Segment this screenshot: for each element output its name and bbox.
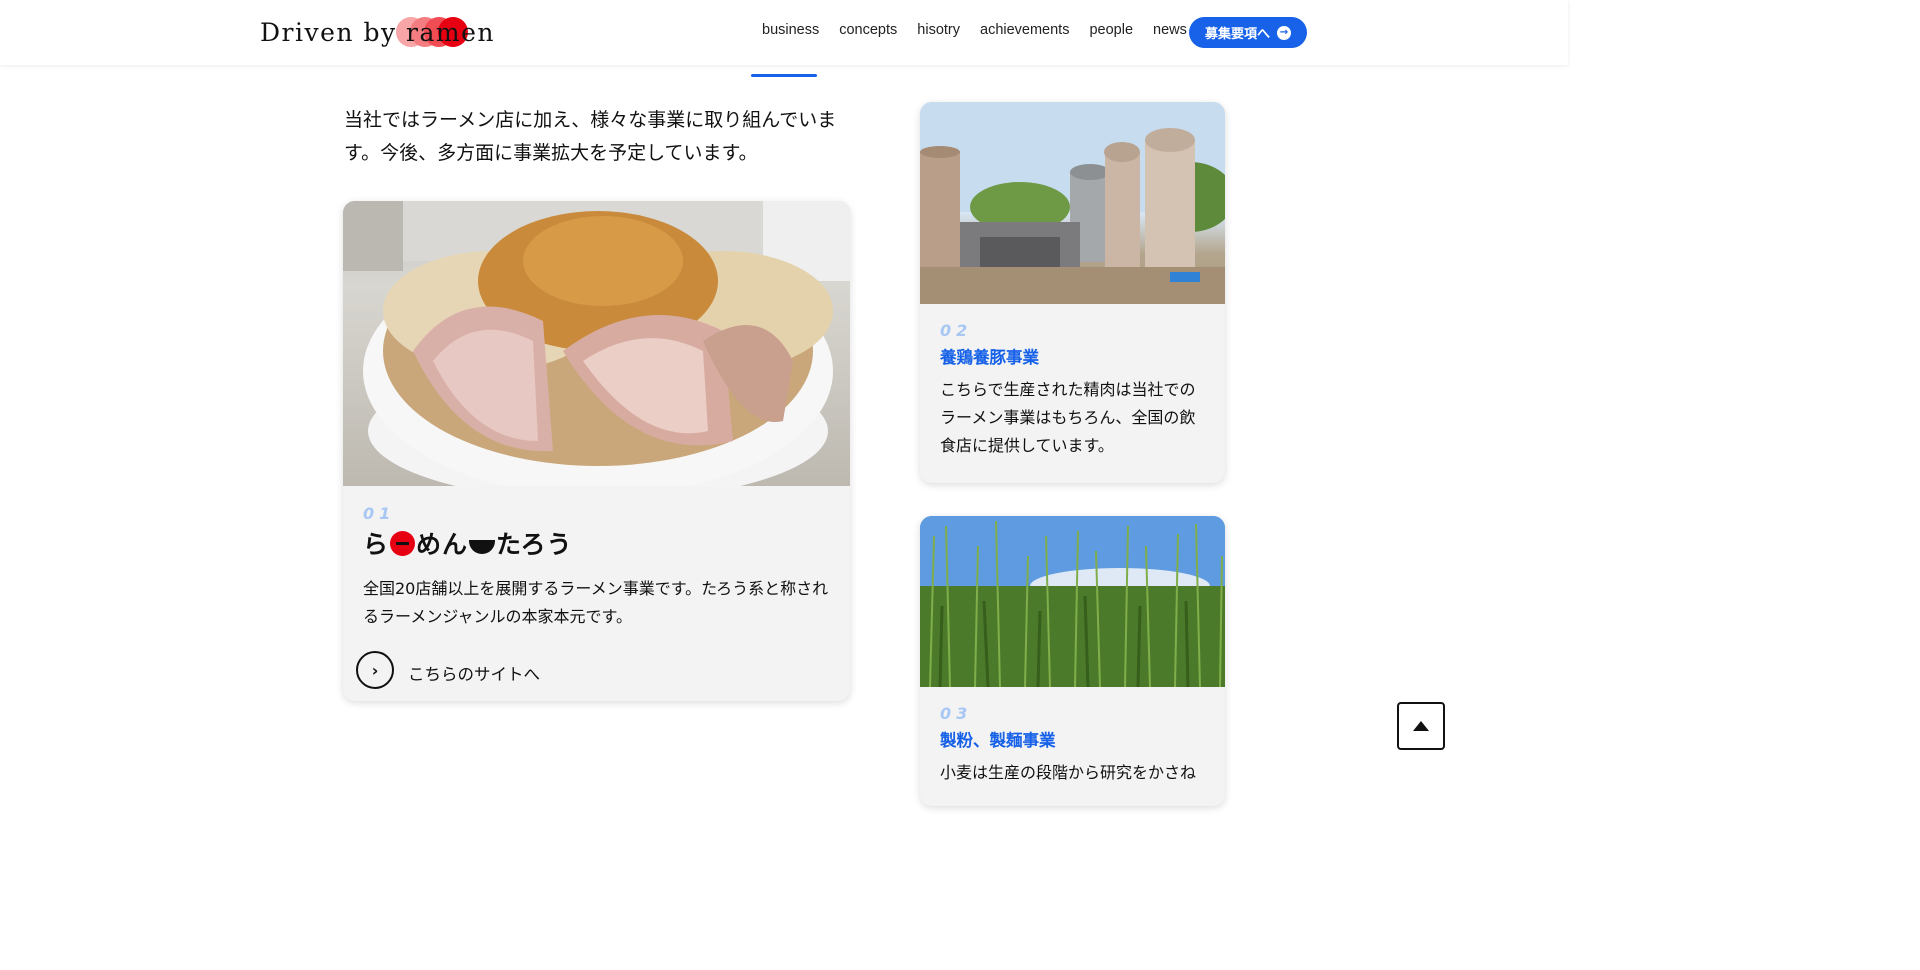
nav-business[interactable]: business [762,22,819,38]
milling-card-body: 03 製粉、製麺事業 小麦は生産の段階から研究をかさね [920,704,1225,787]
farm-silos-photo [920,102,1225,304]
nav-news[interactable]: news [1153,22,1187,38]
caret-up-icon [1413,721,1429,731]
brand-part-taro: たろう [496,530,573,559]
nav-history[interactable]: hisotry [917,22,960,38]
livestock-card-description: こちらで生産された精肉は当社でのラーメン事業はもちろん、全国の飲食店に提供してい… [940,380,1196,455]
recruit-button[interactable]: 募集要項へ → [1189,17,1307,48]
section-active-indicator [751,74,817,77]
nav-achievements[interactable]: achievements [980,22,1069,38]
livestock-card-body: 02 養鶏養豚事業 こちらで生産された精肉は当社でのラーメン事業はもちろん、全国… [920,321,1225,460]
card-number: 01 [363,504,396,523]
business-card-milling: 03 製粉、製麺事業 小麦は生産の段階から研究をかさね [920,516,1225,806]
chevron-right-icon: › [356,651,394,689]
nav-concepts[interactable]: concepts [839,22,897,38]
ramen-card-description: 全国20店舗以上を展開するラーメン事業です。たろう系と称されるラーメンジャンルの… [363,579,829,626]
brand-red-dot-icon [390,530,416,556]
main-nav: business concepts hisotry achievements p… [762,22,1207,38]
ramen-bowl-icon [469,540,496,554]
nav-people[interactable]: people [1089,22,1133,38]
site-header: Driven by ramen business concepts hisotr… [0,0,1568,65]
ramen-card-body: 01 ら めん たろう 全国20店舗以上を展開するラーメン事業です。たろう系と称… [343,504,850,631]
business-card-livestock: 02 養鶏養豚事業 こちらで生産された精肉は当社でのラーメン事業はもちろん、全国… [920,102,1225,483]
back-to-top-button[interactable] [1397,702,1445,750]
card-number: 03 [940,704,973,723]
business-intro-text: 当社ではラーメン店に加え、様々な事業に取り組んでいます。今後、多方面に事業拡大を… [344,109,837,164]
livestock-card-title: 養鶏養豚事業 [940,348,1039,367]
ramen-site-link-label: こちらのサイトへ [408,665,540,684]
milling-card-description: 小麦は生産の段階から研究をかさね [940,763,1197,782]
ramen-taro-brand: ら めん たろう [363,525,830,561]
ramen-site-link[interactable]: › こちらのサイトへ [356,651,540,689]
wheat-field-photo [920,516,1225,687]
logo-text: Driven by ramen [260,17,495,47]
brand-part-ra: ら [363,530,390,559]
card-number: 02 [940,321,973,340]
recruit-button-label: 募集要項へ [1204,27,1270,42]
logo[interactable]: Driven by ramen [260,14,495,50]
milling-card-title: 製粉、製麺事業 [940,731,1056,750]
brand-part-men: めん [416,530,469,559]
business-card-ramen: 01 ら めん たろう 全国20店舗以上を展開するラーメン事業です。たろう系と称… [343,201,850,701]
ramen-bowl-photo [343,201,850,486]
arrow-right-circle-icon: → [1277,25,1291,40]
